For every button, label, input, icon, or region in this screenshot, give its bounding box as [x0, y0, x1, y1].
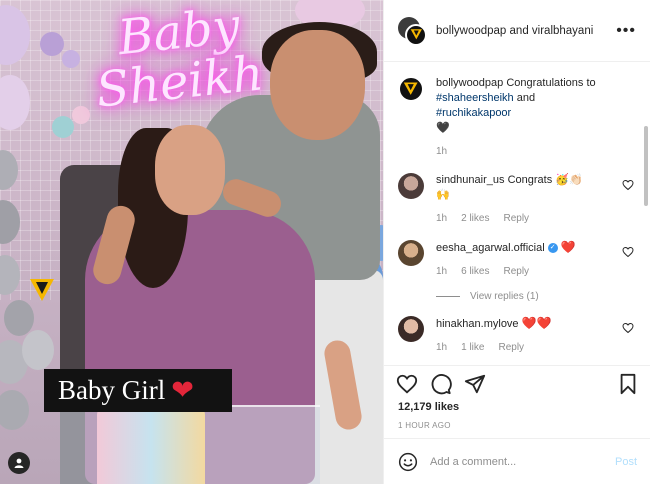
balloon	[0, 390, 29, 430]
comment-username[interactable]: eesha_agarwal.official	[436, 242, 545, 254]
post-actions-bar	[384, 365, 650, 401]
view-replies-button[interactable]: View replies (1)	[436, 291, 636, 302]
post-photo[interactable]: Baby Sheikh Baby Girl ❤	[0, 0, 383, 484]
add-comment-input[interactable]	[430, 455, 615, 468]
comment-time[interactable]: 1h	[436, 264, 447, 279]
black-heart-emoji: 🖤	[436, 122, 450, 134]
post-header-title[interactable]: bollywoodpap and viralbhayani	[436, 25, 593, 37]
scrollbar[interactable]	[644, 126, 648, 206]
balloon	[62, 50, 80, 68]
caption-overlay-text: Baby Girl	[58, 375, 166, 405]
divider	[436, 296, 460, 297]
like-heart-icon[interactable]	[396, 373, 418, 395]
comment-username[interactable]: sindhunair_us	[436, 174, 505, 186]
reply-button[interactable]: Reply	[498, 340, 524, 355]
heart-outline-icon[interactable]	[622, 322, 634, 334]
comment-likes[interactable]: 2 likes	[461, 211, 489, 226]
comment-text: ❤️	[560, 240, 576, 254]
avatar-eesha_agarwal[interactable]	[398, 240, 424, 266]
avatar-hinakhan[interactable]	[398, 316, 424, 342]
collab-avatars[interactable]	[398, 16, 427, 46]
viralbhayani-v-logo-icon	[28, 276, 56, 304]
add-comment-bar: Post	[384, 438, 650, 484]
balloon	[52, 116, 74, 138]
comment-body: sindhunair_us Congrats 🥳👏🏻 🙌 1h 2 likes …	[436, 173, 636, 226]
comment-text: Congrats 🥳👏🏻	[507, 174, 583, 186]
comment-body: hinakhan.mylove ❤️❤️ 1h 1 like Reply	[436, 316, 636, 355]
view-replies-label: View replies (1)	[470, 291, 539, 302]
caption-body: bollywoodpap Congratulations to #shaheer…	[436, 76, 636, 159]
man-face	[270, 30, 365, 140]
red-heart-icon: ❤	[171, 375, 194, 405]
likes-count[interactable]: 12,179 likes	[398, 401, 459, 413]
verified-badge-icon: ✓	[547, 243, 558, 254]
comment-body: eesha_agarwal.official ✓ ❤️ 1h 6 likes R…	[436, 240, 636, 279]
emoji-smiley-icon[interactable]	[398, 452, 418, 472]
woman-face	[155, 125, 225, 215]
caption-overlay: Baby Girl ❤	[44, 369, 232, 412]
comments-list: bollywoodpap Congratulations to #shaheer…	[384, 62, 650, 365]
comment-time[interactable]: 1h	[436, 340, 447, 355]
caption-row: bollywoodpap Congratulations to #shaheer…	[398, 76, 636, 159]
post-header: bollywoodpap and viralbhayani •••	[384, 0, 650, 62]
comment-text: ❤️❤️	[521, 316, 552, 330]
comment-text-line2: 🙌	[436, 189, 450, 201]
heart-outline-icon[interactable]	[622, 246, 634, 258]
more-options-icon[interactable]: •••	[616, 22, 636, 40]
share-paper-plane-icon[interactable]	[464, 373, 486, 395]
balloon	[22, 330, 54, 370]
avatar-sindhunair_us[interactable]	[398, 173, 424, 199]
reply-button[interactable]: Reply	[503, 264, 529, 279]
caption-meta: 1h	[436, 144, 612, 159]
comment-username[interactable]: hinakhan.mylove	[436, 318, 519, 330]
avatar-bollywoodpap[interactable]	[398, 76, 424, 102]
comment-meta: 1h 1 like Reply	[436, 340, 612, 355]
comment-meta: 1h 6 likes Reply	[436, 264, 612, 279]
comment-row: hinakhan.mylove ❤️❤️ 1h 1 like Reply	[398, 316, 636, 355]
post-timestamp[interactable]: 1 HOUR AGO	[398, 421, 451, 430]
bookmark-icon[interactable]	[617, 373, 639, 395]
balloon	[4, 300, 34, 336]
comment-row: eesha_agarwal.official ✓ ❤️ 1h 6 likes R…	[398, 240, 636, 279]
balloon	[72, 106, 90, 124]
comment-likes[interactable]: 1 like	[461, 340, 484, 355]
comment-meta: 1h 2 likes Reply	[436, 211, 612, 226]
post-comment-button[interactable]: Post	[615, 456, 637, 468]
comment-time[interactable]: 1h	[436, 211, 447, 226]
comment-row: sindhunair_us Congrats 🥳👏🏻 🙌 1h 2 likes …	[398, 173, 636, 226]
caption-username[interactable]: bollywoodpap	[436, 77, 503, 89]
comment-time[interactable]: 1h	[436, 144, 447, 159]
balloon	[40, 32, 64, 56]
comment-bubble-icon[interactable]	[430, 373, 452, 395]
hashtag-link[interactable]: #ruchikakapoor	[436, 107, 511, 119]
reply-button[interactable]: Reply	[503, 211, 529, 226]
post-sidebar: bollywoodpap and viralbhayani ••• bollyw…	[383, 0, 650, 484]
avatar-viralbhayani[interactable]	[405, 23, 427, 46]
caption-text: Congratulations to	[506, 77, 596, 89]
cake	[97, 405, 205, 484]
caption-joiner: and	[516, 92, 536, 104]
comment-likes[interactable]: 6 likes	[461, 264, 489, 279]
heart-outline-icon[interactable]	[622, 179, 634, 191]
user-tag-icon[interactable]	[8, 452, 30, 474]
hashtag-link[interactable]: #shaheersheikh	[436, 92, 514, 104]
